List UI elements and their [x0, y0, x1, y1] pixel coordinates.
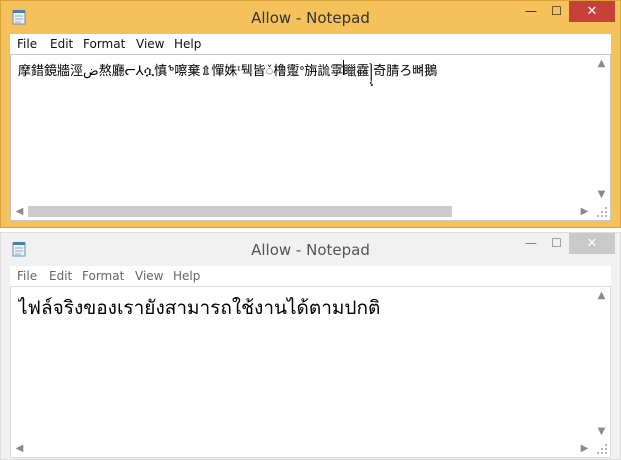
minimize-icon[interactable]: —	[517, 233, 545, 254]
menu-file[interactable]: File	[17, 269, 37, 283]
chevron-down-icon[interactable]: ▼	[593, 186, 610, 203]
minimize-icon[interactable]: —	[517, 1, 545, 22]
vertical-scrollbar[interactable]: ▲ ▼	[593, 287, 610, 440]
maximize-icon[interactable]: ☐	[545, 1, 568, 22]
menu-format[interactable]: Format	[83, 37, 125, 51]
menu-file[interactable]: File	[17, 37, 37, 51]
chevron-left-icon[interactable]: ◀	[11, 440, 28, 457]
editor-text: ไฟล์จริงของเรายังสามารถใช้งานได้ตามปกติ	[18, 297, 381, 319]
text-editor[interactable]: 摩錯鏡牆涇ض熬廳ᓕ⅄ሷ慎ᕻ嚓棄⇭憚姝ᶦ퉥皆ᮨ橹躗ᐤ旃詤雽䁽靃꧍奇腈ろ뼈鵝 ▲ ▼…	[10, 54, 611, 221]
menu-help[interactable]: Help	[174, 37, 201, 51]
menu-view[interactable]: View	[135, 269, 163, 283]
text-editor[interactable]: ไฟล์จริงของเรายังสามารถใช้งานได้ตามปกติ …	[10, 286, 611, 458]
chevron-right-icon[interactable]: ▶	[576, 440, 593, 457]
menu-help[interactable]: Help	[173, 269, 200, 283]
horizontal-scrollbar[interactable]: ◀ ▶	[11, 203, 593, 220]
vertical-scrollbar[interactable]: ▲ ▼	[593, 55, 610, 203]
menu-bar: File Edit Format View Help	[10, 34, 611, 54]
editor-text: 摩錯鏡牆涇ض熬廳ᓕ⅄ሷ慎ᕻ嚓棄⇭憚姝ᶦ퉥皆ᮨ橹躗ᐤ旃詤雽䁽靃꧍奇腈ろ뼈鵝	[18, 64, 438, 79]
menu-edit[interactable]: Edit	[49, 269, 72, 283]
close-icon[interactable]: ✕	[569, 233, 615, 254]
menu-view[interactable]: View	[136, 37, 164, 51]
chevron-up-icon[interactable]: ▲	[593, 55, 610, 72]
close-icon[interactable]: ✕	[569, 1, 615, 22]
resize-grip[interactable]	[593, 440, 610, 457]
title-bar[interactable]: Allow - Notepad — ☐ ✕	[1, 1, 620, 33]
notepad-window-active: Allow - Notepad — ☐ ✕ File Edit Format V…	[0, 0, 621, 228]
chevron-up-icon[interactable]: ▲	[593, 287, 610, 304]
maximize-icon[interactable]: ☐	[545, 233, 568, 254]
chevron-right-icon[interactable]: ▶	[576, 203, 593, 220]
menu-bar: File Edit Format View Help	[10, 266, 611, 286]
menu-format[interactable]: Format	[82, 269, 124, 283]
scroll-thumb[interactable]	[28, 206, 452, 217]
horizontal-scrollbar[interactable]: ◀ ▶	[11, 440, 593, 457]
resize-grip[interactable]	[593, 203, 610, 220]
chevron-down-icon[interactable]: ▼	[593, 423, 610, 440]
notepad-window-inactive: Allow - Notepad — ☐ ✕ File Edit Format V…	[0, 232, 621, 460]
title-bar[interactable]: Allow - Notepad — ☐ ✕	[1, 233, 620, 265]
menu-edit[interactable]: Edit	[50, 37, 73, 51]
text-caret	[343, 60, 344, 75]
chevron-left-icon[interactable]: ◀	[11, 203, 28, 220]
